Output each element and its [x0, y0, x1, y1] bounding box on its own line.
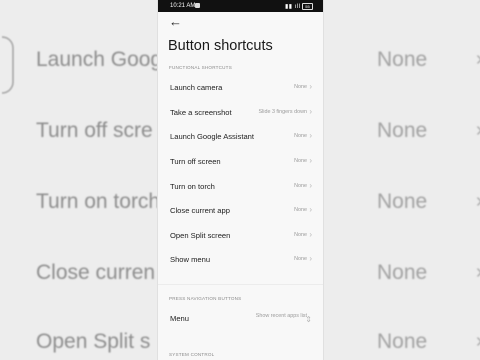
notification-icon — [195, 3, 200, 8]
item-label: Turn off screen — [170, 157, 221, 166]
status-time: 10:21 AM — [170, 3, 196, 9]
shortcut-item-turn-off-screen[interactable]: Turn off screen None › — [158, 150, 323, 174]
background-row-label: Turn off scre — [36, 119, 153, 142]
shortcut-item-show-menu[interactable]: Show menu None › — [158, 248, 323, 272]
chevron-right-icon: › — [476, 119, 480, 142]
chevron-right-icon: › — [309, 181, 312, 190]
back-arrow-icon[interactable]: ← — [169, 14, 182, 29]
section-header: SYSTEM CONTROL — [169, 352, 215, 357]
chevron-right-icon: › — [309, 107, 312, 116]
item-value: Slide 3 fingers down — [258, 109, 307, 115]
status-bar: 10:21 AM ▮▮ ıll 55 — [158, 0, 323, 12]
item-label: Launch camera — [170, 83, 223, 92]
background-edge-shape — [2, 36, 14, 94]
shortcut-item-turn-on-torch[interactable]: Turn on torch None › — [158, 175, 323, 199]
item-value: None — [294, 183, 307, 189]
background-row-label: Close curren — [36, 261, 156, 284]
item-label: Take a screenshot — [170, 108, 232, 117]
section-divider — [158, 284, 323, 285]
shortcut-item-google-assistant[interactable]: Launch Google Assistant None › — [158, 125, 323, 149]
item-value: Show recent apps list — [255, 313, 307, 319]
background-row-label: Launch Goog — [36, 48, 163, 71]
item-value: None — [294, 256, 307, 262]
chevron-right-icon: › — [309, 156, 312, 165]
item-value: None — [294, 232, 307, 238]
chevron-right-icon: › — [309, 230, 312, 239]
shortcut-item-take-screenshot[interactable]: Take a screenshot Slide 3 fingers down › — [158, 101, 323, 125]
battery-icon: 55 — [302, 3, 313, 10]
item-label: Close current app — [170, 206, 230, 215]
shortcut-item-close-current-app[interactable]: Close current app None › — [158, 199, 323, 223]
background-row-label: Open Split s — [36, 330, 151, 353]
chevron-right-icon: › — [476, 330, 480, 353]
chevron-right-icon: › — [309, 131, 312, 140]
item-value: None — [294, 158, 307, 164]
page-title: Button shortcuts — [168, 38, 273, 54]
chevron-right-icon: › — [309, 205, 312, 214]
section-header: FUNCTIONAL SHORTCUTS — [169, 65, 232, 70]
item-label: Launch Google Assistant — [170, 132, 255, 141]
navigation-item-menu[interactable]: Menu Show recent apps list ⇕ — [158, 307, 323, 331]
item-label: Turn on torch — [170, 182, 215, 191]
item-value: None — [294, 84, 307, 90]
background-row-value: None — [377, 48, 428, 71]
shortcut-item-open-split-screen[interactable]: Open Split screen None › — [158, 224, 323, 248]
background-row-value: None — [377, 190, 428, 213]
shortcut-item-launch-camera[interactable]: Launch camera None › — [158, 76, 323, 100]
chevron-right-icon: › — [309, 254, 312, 263]
background-row-value: None — [377, 119, 428, 142]
item-value: None — [294, 133, 307, 139]
item-label: Open Split screen — [170, 231, 231, 240]
item-label: Menu — [170, 314, 189, 323]
chevron-updown-icon: ⇕ — [305, 315, 312, 324]
chevron-right-icon: › — [476, 190, 480, 213]
item-value: None — [294, 207, 307, 213]
chevron-right-icon: › — [476, 261, 480, 284]
chevron-right-icon: › — [476, 48, 480, 71]
phone-screen: 10:21 AM ▮▮ ıll 55 ← Button shortcuts FU… — [158, 0, 323, 360]
section-header: PRESS NAVIGATION BUTTONS — [169, 296, 242, 301]
chevron-right-icon: › — [309, 82, 312, 91]
signal-icon: ▮▮ ıll — [285, 4, 301, 10]
background-row-label: Turn on torch — [36, 190, 161, 213]
item-label: Show menu — [170, 255, 211, 264]
background-row-value: None — [377, 261, 428, 284]
background-row-value: None — [377, 330, 428, 353]
